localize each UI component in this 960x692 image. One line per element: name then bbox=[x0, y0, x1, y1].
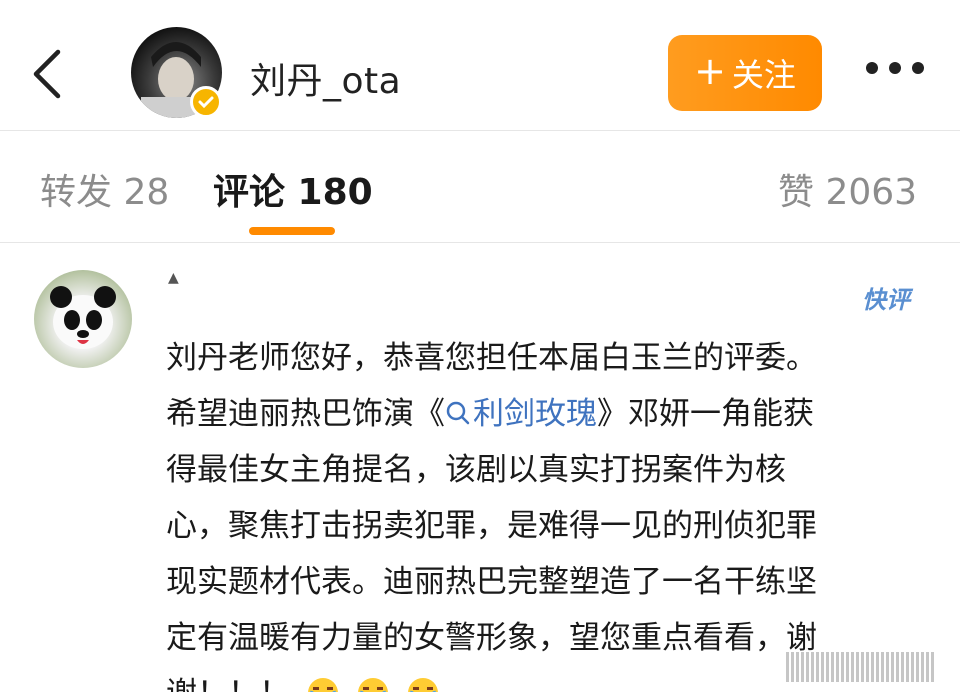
comment-meta-mark: ▲ bbox=[168, 270, 179, 286]
more-icon[interactable] bbox=[866, 62, 924, 82]
tab-reposts[interactable]: 转发 28 bbox=[40, 163, 169, 215]
topic-link[interactable]: 利剑玫瑰 bbox=[445, 396, 597, 432]
watermark-bars bbox=[786, 652, 936, 682]
active-tab-indicator bbox=[249, 227, 335, 235]
tabs-divider bbox=[0, 242, 960, 243]
tab-likes[interactable]: 赞 2063 bbox=[778, 163, 917, 215]
comment-line: 得最佳女主角提名，该剧以真实打拐案件为核 bbox=[166, 452, 786, 488]
comment-text: 刘丹老师您好，恭喜您担任本届白玉兰的评委。 希望迪丽热巴饰演《 利剑玫瑰》邓妍一角… bbox=[166, 330, 936, 692]
header-divider bbox=[0, 130, 960, 131]
search-icon bbox=[446, 401, 470, 425]
verified-badge-icon bbox=[190, 86, 222, 118]
comment-line: 现实题材代表。迪丽热巴完整塑造了一名干练坚 bbox=[166, 564, 817, 600]
crying-laugh-icon bbox=[407, 678, 438, 692]
comment-line: 刘丹老师您好，恭喜您担任本届白玉兰的评委。 bbox=[166, 340, 817, 376]
commenter-avatar[interactable] bbox=[34, 270, 132, 368]
back-icon[interactable] bbox=[28, 48, 68, 100]
crying-laugh-icon bbox=[357, 678, 388, 692]
comment-line: 希望迪丽热巴饰演《 利剑玫瑰》邓妍一角能获 bbox=[166, 396, 814, 432]
crying-laugh-icon bbox=[307, 678, 338, 692]
follow-button[interactable]: + 关注 bbox=[668, 35, 822, 111]
follow-label: 关注 bbox=[731, 56, 796, 94]
tab-comments[interactable]: 评论 180 bbox=[213, 163, 373, 215]
username[interactable]: 刘丹_ota bbox=[250, 52, 401, 104]
comment-line: 心，聚焦打击拐卖犯罪，是难得一见的刑侦犯罪 bbox=[166, 508, 817, 544]
header: 刘丹_ota + 关注 bbox=[0, 0, 960, 130]
quick-review-badge: 快评 bbox=[862, 286, 910, 314]
plus-icon: + bbox=[694, 49, 726, 93]
